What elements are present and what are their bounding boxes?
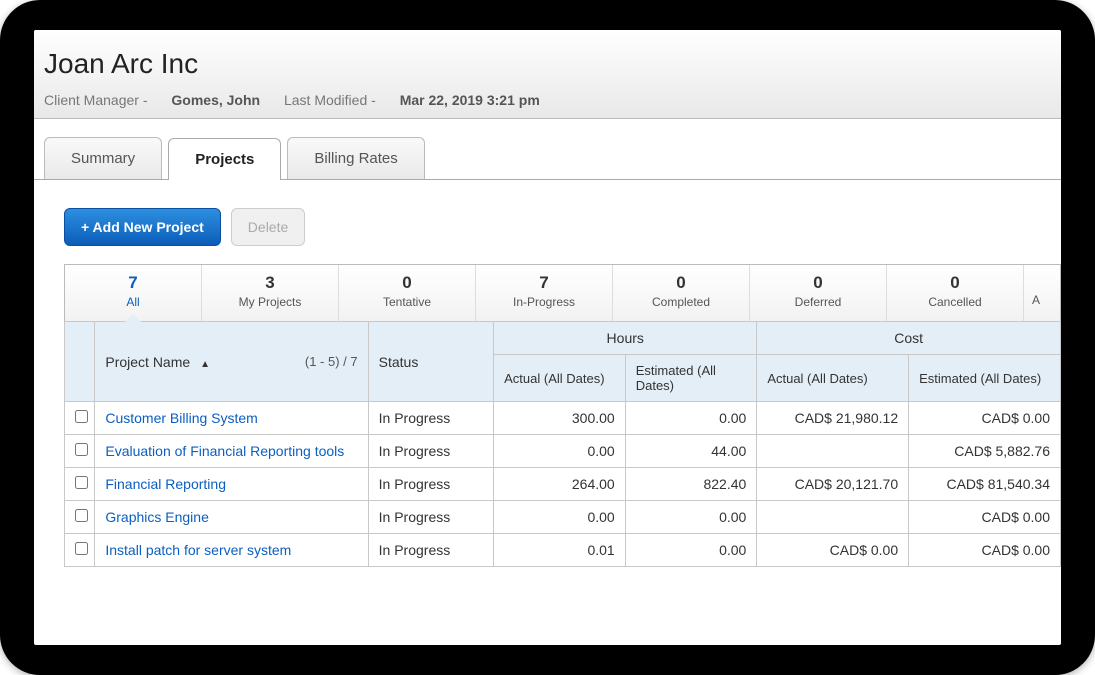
- sort-asc-icon: ▲: [200, 359, 210, 370]
- cell-hours-est: 44.00: [625, 435, 757, 468]
- tab-projects[interactable]: Projects: [168, 138, 281, 180]
- pager: (1 - 5) / 7: [305, 354, 358, 369]
- filter-count: 7: [69, 273, 197, 293]
- filter-count: 7: [480, 273, 608, 293]
- col-hours-actual[interactable]: Actual (All Dates): [494, 355, 626, 402]
- cell-hours-est: 0.00: [625, 501, 757, 534]
- cell-hours-actual: 0.00: [494, 435, 626, 468]
- filter-label: Deferred: [754, 295, 882, 309]
- cell-hours-actual: 300.00: [494, 402, 626, 435]
- project-link[interactable]: Install patch for server system: [105, 542, 291, 558]
- page-meta: Client Manager - Gomes, John Last Modifi…: [44, 92, 1051, 108]
- filter-count: 0: [343, 273, 471, 293]
- table-body: Customer Billing System In Progress 300.…: [65, 402, 1061, 567]
- filter-completed[interactable]: 0 Completed: [613, 265, 750, 321]
- cell-cost-est: CAD$ 0.00: [909, 501, 1061, 534]
- filter-label: Tentative: [343, 295, 471, 309]
- col-cost-est[interactable]: Estimated (All Dates): [909, 355, 1061, 402]
- cell-cost-actual: [757, 435, 909, 468]
- tab-billing-rates[interactable]: Billing Rates: [287, 137, 424, 179]
- add-project-button[interactable]: + Add New Project: [64, 208, 221, 246]
- last-modified-value: Mar 22, 2019 3:21 pm: [400, 92, 540, 108]
- col-check: [65, 322, 95, 402]
- filter-bar: 7 All 3 My Projects 0 Tentative 7 In-Pro…: [64, 264, 1061, 321]
- filter-tentative[interactable]: 0 Tentative: [339, 265, 476, 321]
- filter-count: 0: [617, 273, 745, 293]
- col-label: Project Name: [105, 354, 190, 370]
- tab-summary[interactable]: Summary: [44, 137, 162, 179]
- cell-hours-actual: 264.00: [494, 468, 626, 501]
- client-manager-value: Gomes, John: [171, 92, 260, 108]
- filter-in-progress[interactable]: 7 In-Progress: [476, 265, 613, 321]
- cell-cost-actual: CAD$ 21,980.12: [757, 402, 909, 435]
- filter-all[interactable]: 7 All: [65, 265, 202, 321]
- cell-cost-actual: CAD$ 20,121.70: [757, 468, 909, 501]
- page-header: Joan Arc Inc Client Manager - Gomes, Joh…: [34, 30, 1061, 119]
- cell-hours-actual: 0.01: [494, 534, 626, 567]
- cell-status: In Progress: [368, 468, 494, 501]
- project-link[interactable]: Evaluation of Financial Reporting tools: [105, 443, 344, 459]
- row-checkbox[interactable]: [75, 476, 88, 489]
- delete-button[interactable]: Delete: [231, 208, 305, 246]
- cell-hours-est: 822.40: [625, 468, 757, 501]
- col-project-name[interactable]: Project Name ▲ (1 - 5) / 7: [95, 322, 368, 402]
- tablet-frame: Joan Arc Inc Client Manager - Gomes, Joh…: [0, 0, 1095, 675]
- filter-label: Completed: [617, 295, 745, 309]
- col-group-cost: Cost: [757, 322, 1061, 355]
- filter-deferred[interactable]: 0 Deferred: [750, 265, 887, 321]
- filter-label: Cancelled: [891, 295, 1019, 309]
- col-group-hours: Hours: [494, 322, 757, 355]
- table-row: Evaluation of Financial Reporting tools …: [65, 435, 1061, 468]
- cell-cost-actual: CAD$ 0.00: [757, 534, 909, 567]
- col-status[interactable]: Status: [368, 322, 494, 402]
- cell-status: In Progress: [368, 402, 494, 435]
- filter-label: My Projects: [206, 295, 334, 309]
- table-row: Financial Reporting In Progress 264.00 8…: [65, 468, 1061, 501]
- last-modified-label: Last Modified -: [284, 92, 376, 108]
- tab-body: + Add New Project Delete 7 All 3 My Proj…: [34, 180, 1061, 567]
- col-hours-est[interactable]: Estimated (All Dates): [625, 355, 757, 402]
- filter-cancelled[interactable]: 0 Cancelled: [887, 265, 1024, 321]
- page-title: Joan Arc Inc: [44, 48, 1051, 80]
- cell-status: In Progress: [368, 435, 494, 468]
- client-manager-label: Client Manager -: [44, 92, 148, 108]
- filter-my-projects[interactable]: 3 My Projects: [202, 265, 339, 321]
- tabs: Summary Projects Billing Rates: [34, 119, 1061, 180]
- filter-count: 0: [891, 273, 1019, 293]
- cell-hours-actual: 0.00: [494, 501, 626, 534]
- cell-cost-actual: [757, 501, 909, 534]
- filter-count: 0: [754, 273, 882, 293]
- filter-count: 3: [206, 273, 334, 293]
- row-checkbox[interactable]: [75, 509, 88, 522]
- row-checkbox[interactable]: [75, 443, 88, 456]
- table-row: Customer Billing System In Progress 300.…: [65, 402, 1061, 435]
- filter-overflow[interactable]: A: [1024, 265, 1060, 321]
- screen: Joan Arc Inc Client Manager - Gomes, Joh…: [34, 30, 1061, 645]
- cell-status: In Progress: [368, 534, 494, 567]
- cell-cost-est: CAD$ 0.00: [909, 402, 1061, 435]
- cell-status: In Progress: [368, 501, 494, 534]
- row-checkbox[interactable]: [75, 410, 88, 423]
- cell-hours-est: 0.00: [625, 402, 757, 435]
- project-link[interactable]: Graphics Engine: [105, 509, 209, 525]
- projects-table: Project Name ▲ (1 - 5) / 7 Status Hours …: [64, 321, 1061, 567]
- action-row: + Add New Project Delete: [64, 208, 1061, 246]
- table-row: Install patch for server system In Progr…: [65, 534, 1061, 567]
- cell-cost-est: CAD$ 0.00: [909, 534, 1061, 567]
- table-row: Graphics Engine In Progress 0.00 0.00 CA…: [65, 501, 1061, 534]
- col-cost-actual[interactable]: Actual (All Dates): [757, 355, 909, 402]
- row-checkbox[interactable]: [75, 542, 88, 555]
- cell-cost-est: CAD$ 5,882.76: [909, 435, 1061, 468]
- filter-label: In-Progress: [480, 295, 608, 309]
- cell-hours-est: 0.00: [625, 534, 757, 567]
- project-link[interactable]: Financial Reporting: [105, 476, 226, 492]
- filter-label: All: [69, 295, 197, 309]
- cell-cost-est: CAD$ 81,540.34: [909, 468, 1061, 501]
- project-link[interactable]: Customer Billing System: [105, 410, 258, 426]
